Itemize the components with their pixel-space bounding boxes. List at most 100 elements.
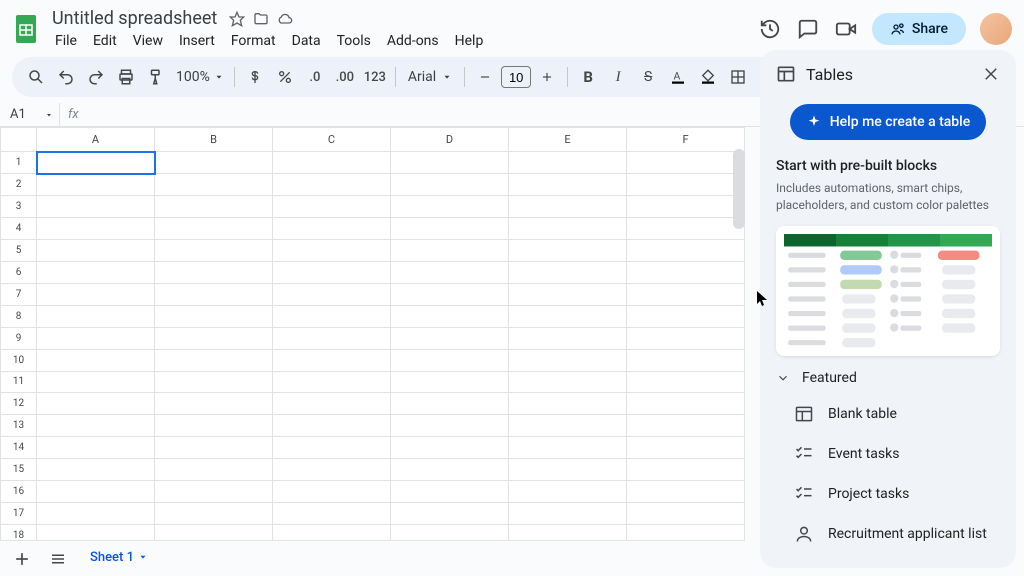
cell[interactable] <box>37 261 155 283</box>
all-sheets-icon[interactable] <box>44 545 72 573</box>
cell[interactable] <box>627 305 745 327</box>
cell[interactable] <box>37 437 155 459</box>
share-button[interactable]: Share <box>872 13 966 45</box>
text-color-icon[interactable]: A <box>664 63 692 91</box>
cell[interactable] <box>627 196 745 218</box>
cell[interactable] <box>155 415 273 437</box>
cell[interactable] <box>509 305 627 327</box>
cell[interactable] <box>155 305 273 327</box>
cell[interactable] <box>273 349 391 371</box>
star-icon[interactable] <box>227 9 247 29</box>
row-header[interactable]: 5 <box>1 239 37 261</box>
cell[interactable] <box>391 239 509 261</box>
cell[interactable] <box>509 459 627 481</box>
add-sheet-icon[interactable] <box>8 545 36 573</box>
cell[interactable] <box>627 371 745 393</box>
cell[interactable] <box>391 196 509 218</box>
print-icon[interactable] <box>112 63 140 91</box>
cell[interactable] <box>391 349 509 371</box>
cell[interactable] <box>273 437 391 459</box>
cell[interactable] <box>627 349 745 371</box>
cell[interactable] <box>509 481 627 503</box>
format-number-icon[interactable]: 123 <box>361 63 389 91</box>
cell[interactable] <box>509 196 627 218</box>
cell[interactable] <box>273 371 391 393</box>
menu-file[interactable]: File <box>48 31 84 51</box>
cell[interactable] <box>273 305 391 327</box>
cell[interactable] <box>627 459 745 481</box>
cell[interactable] <box>391 283 509 305</box>
cell[interactable] <box>627 261 745 283</box>
document-title[interactable]: Untitled spreadsheet <box>48 6 221 31</box>
sheets-logo-icon[interactable] <box>12 11 40 47</box>
cell[interactable] <box>627 217 745 239</box>
cell[interactable] <box>155 283 273 305</box>
comment-icon[interactable] <box>796 17 820 41</box>
cell[interactable] <box>37 327 155 349</box>
cell[interactable] <box>37 239 155 261</box>
cell[interactable] <box>509 327 627 349</box>
cell[interactable] <box>627 327 745 349</box>
row-header[interactable]: 13 <box>1 415 37 437</box>
row-header[interactable]: 6 <box>1 261 37 283</box>
row-header[interactable]: 10 <box>1 349 37 371</box>
cell[interactable] <box>509 415 627 437</box>
cell[interactable] <box>509 371 627 393</box>
history-icon[interactable] <box>758 17 782 41</box>
row-header[interactable]: 4 <box>1 217 37 239</box>
cell[interactable] <box>155 371 273 393</box>
cell[interactable] <box>391 152 509 174</box>
cell[interactable] <box>37 371 155 393</box>
cell[interactable] <box>37 349 155 371</box>
row-header[interactable]: 2 <box>1 174 37 196</box>
cell[interactable] <box>273 393 391 415</box>
cell[interactable] <box>155 174 273 196</box>
cell[interactable] <box>509 239 627 261</box>
column-header[interactable]: C <box>273 128 391 152</box>
cell[interactable] <box>391 459 509 481</box>
zoom-select[interactable]: 100% <box>172 69 228 85</box>
cell[interactable] <box>627 152 745 174</box>
undo-icon[interactable] <box>52 63 80 91</box>
cell[interactable] <box>37 283 155 305</box>
column-header[interactable]: B <box>155 128 273 152</box>
row-header[interactable]: 9 <box>1 327 37 349</box>
decrease-decimal-icon[interactable]: .0 <box>301 63 329 91</box>
cell[interactable] <box>155 196 273 218</box>
cell[interactable] <box>509 261 627 283</box>
cell[interactable] <box>391 327 509 349</box>
cell[interactable] <box>509 152 627 174</box>
cell[interactable] <box>273 239 391 261</box>
row-header[interactable]: 7 <box>1 283 37 305</box>
close-icon[interactable] <box>982 65 1000 83</box>
cell[interactable] <box>155 459 273 481</box>
cell[interactable] <box>509 349 627 371</box>
cell[interactable] <box>155 393 273 415</box>
cell[interactable] <box>155 327 273 349</box>
cell[interactable] <box>391 415 509 437</box>
cell[interactable] <box>627 239 745 261</box>
select-all-corner[interactable] <box>1 128 37 152</box>
menu-format[interactable]: Format <box>224 31 283 51</box>
currency-icon[interactable] <box>241 63 269 91</box>
bold-icon[interactable]: B <box>574 63 602 91</box>
percent-icon[interactable] <box>271 63 299 91</box>
cell[interactable] <box>155 349 273 371</box>
move-folder-icon[interactable] <box>251 9 271 29</box>
cloud-status-icon[interactable] <box>275 9 295 29</box>
cell[interactable] <box>37 481 155 503</box>
cell[interactable] <box>37 152 155 174</box>
cell[interactable] <box>273 481 391 503</box>
cell[interactable] <box>273 503 391 525</box>
row-header[interactable]: 14 <box>1 437 37 459</box>
redo-icon[interactable] <box>82 63 110 91</box>
cell[interactable] <box>155 503 273 525</box>
row-header[interactable]: 1 <box>1 152 37 174</box>
menu-edit[interactable]: Edit <box>86 31 124 51</box>
cell[interactable] <box>391 437 509 459</box>
row-header[interactable]: 16 <box>1 481 37 503</box>
cell[interactable] <box>509 174 627 196</box>
cell[interactable] <box>509 283 627 305</box>
font-size-input[interactable] <box>501 66 531 88</box>
cell[interactable] <box>391 481 509 503</box>
